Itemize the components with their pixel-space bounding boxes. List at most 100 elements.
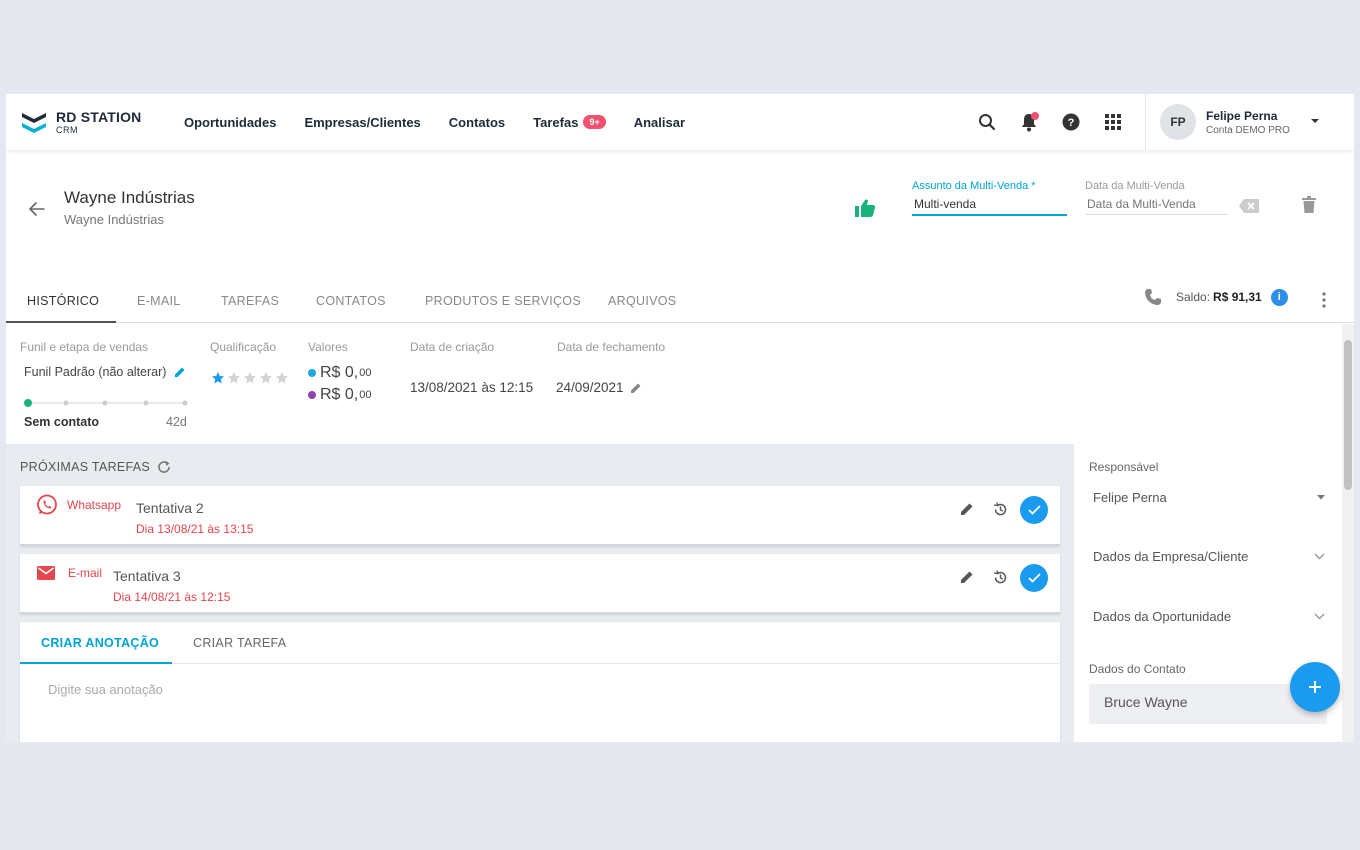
- active-note-tab-indicator: [20, 662, 172, 664]
- star-icon[interactable]: [243, 371, 257, 385]
- user-name: Felipe Perna: [1206, 108, 1278, 123]
- fechamento-value[interactable]: 24/09/2021: [556, 380, 642, 395]
- qualificacao-label: Qualificação: [210, 340, 277, 354]
- saldo-value: R$ 91,31: [1213, 290, 1262, 304]
- user-divider: [1145, 94, 1146, 150]
- responsavel-select[interactable]: Felipe Perna: [1093, 490, 1325, 505]
- date-label: Data da Multi-Venda: [1085, 180, 1185, 192]
- info-icon[interactable]: i: [1270, 288, 1288, 306]
- user-menu[interactable]: FP Felipe Perna Conta DEMO PRO: [1160, 104, 1290, 140]
- dados-empresa-accordion[interactable]: Dados da Empresa/Cliente: [1093, 549, 1325, 564]
- star-icon[interactable]: [227, 371, 241, 385]
- fechamento-label: Data de fechamento: [557, 340, 666, 354]
- edit-pencil-icon[interactable]: [960, 570, 974, 584]
- nav-analisar[interactable]: Analisar: [634, 115, 685, 130]
- task-card[interactable]: E-mail Tentativa 3 Dia 14/08/21 às 12:15: [20, 554, 1060, 614]
- note-input[interactable]: [48, 682, 1028, 697]
- tab-tarefas[interactable]: TAREFAS: [221, 294, 279, 308]
- refresh-icon[interactable]: [157, 460, 171, 474]
- task-type: Whatsapp: [67, 498, 122, 512]
- tab-arquivos[interactable]: ARQUIVOS: [608, 294, 676, 308]
- task-type: E-mail: [68, 566, 103, 580]
- tab-historico[interactable]: HISTÓRICO: [27, 294, 99, 308]
- header-actions: ?: [974, 94, 1142, 150]
- current-stage: Sem contato: [24, 415, 100, 429]
- task-date: Dia 13/08/21 às 13:15: [136, 522, 254, 536]
- star-icon[interactable]: [259, 371, 273, 385]
- chevron-down-icon: [1314, 553, 1325, 560]
- nav-empresas-clientes[interactable]: Empresas/Clientes: [304, 115, 420, 130]
- nav-tarefas[interactable]: Tarefas 9+: [533, 115, 606, 130]
- apps-button[interactable]: [1100, 109, 1126, 135]
- rd-logo-icon: [22, 113, 46, 133]
- thumbs-up-icon[interactable]: [854, 198, 876, 218]
- avatar: FP: [1160, 104, 1196, 140]
- email-icon: [37, 566, 55, 580]
- subject-input[interactable]: [912, 192, 1067, 216]
- criacao-label: Data de criação: [410, 340, 495, 354]
- logo-title: RD STATION: [56, 109, 142, 125]
- tab-produtos-servicos[interactable]: PRODUTOS E SERVIÇOS: [425, 294, 581, 308]
- deal-tabs: HISTÓRICO E-MAIL TAREFAS CONTATOS PRODUT…: [6, 280, 1354, 323]
- top-navigation: RD STATION CRM Oportunidades Empresas/Cl…: [6, 94, 1354, 150]
- star-icon[interactable]: [275, 371, 289, 385]
- rd-station-logo[interactable]: RD STATION CRM: [20, 106, 150, 138]
- scrollbar[interactable]: [1342, 324, 1354, 742]
- pencil-icon[interactable]: [174, 366, 186, 378]
- tasks-count-badge: 9+: [583, 115, 606, 129]
- notifications-button[interactable]: [1016, 109, 1042, 135]
- saldo: Saldo: R$ 91,31 i: [1144, 288, 1288, 306]
- dados-oportunidade-label: Dados da Oportunidade: [1093, 609, 1232, 624]
- history-icon[interactable]: [993, 502, 1008, 517]
- nav-contatos[interactable]: Contatos: [449, 115, 505, 130]
- history-icon[interactable]: [993, 570, 1008, 585]
- trash-icon[interactable]: [1302, 196, 1316, 214]
- edit-pencil-icon[interactable]: [960, 502, 974, 516]
- caret-down-icon: [1317, 495, 1325, 500]
- search-button[interactable]: [974, 109, 1000, 135]
- phone-icon[interactable]: [1144, 288, 1162, 306]
- dados-contato-label: Dados do Contato: [1089, 662, 1186, 676]
- add-fab-button[interactable]: [1290, 662, 1340, 712]
- task-card[interactable]: Whatsapp Tentativa 2 Dia 13/08/21 às 13:…: [20, 486, 1060, 546]
- responsavel-value: Felipe Perna: [1093, 490, 1167, 505]
- crm-app: RD STATION CRM Oportunidades Empresas/Cl…: [6, 94, 1354, 742]
- multi-venda-subject-field: Assunto da Multi-Venda *: [912, 180, 1067, 216]
- main-menu: Oportunidades Empresas/Clientes Contatos…: [184, 94, 713, 150]
- complete-task-button[interactable]: [1020, 564, 1048, 592]
- check-icon: [1027, 505, 1041, 515]
- page-title: Wayne Indústrias: [64, 188, 195, 207]
- note-tabs: CRIAR ANOTAÇÃO CRIAR TAREFA: [20, 622, 1060, 664]
- caret-down-icon[interactable]: [1310, 118, 1320, 124]
- stage-dot: [63, 400, 69, 406]
- valor-1: R$ 0,: [320, 364, 359, 381]
- purple-dot-icon: [308, 391, 316, 399]
- multi-venda-date-field: Data da Multi-Venda: [1085, 180, 1228, 215]
- tab-email[interactable]: E-MAIL: [137, 294, 180, 308]
- complete-task-button[interactable]: [1020, 496, 1048, 524]
- nav-oportunidades[interactable]: Oportunidades: [184, 115, 276, 130]
- star-icon[interactable]: [211, 371, 225, 385]
- scrollbar-thumb[interactable]: [1344, 340, 1352, 490]
- more-vertical-icon[interactable]: [1322, 292, 1326, 308]
- fechamento-value-text: 24/09/2021: [556, 380, 624, 395]
- task-name: Tentativa 2: [136, 500, 204, 516]
- tab-criar-anotacao[interactable]: CRIAR ANOTAÇÃO: [41, 636, 159, 650]
- funil-value-text: Funil Padrão (não alterar): [24, 365, 167, 379]
- chevron-down-icon: [1314, 613, 1325, 620]
- help-button[interactable]: ?: [1058, 109, 1084, 135]
- dados-oportunidade-accordion[interactable]: Dados da Oportunidade: [1093, 609, 1325, 624]
- tab-contatos[interactable]: CONTATOS: [316, 294, 386, 308]
- tab-criar-tarefa[interactable]: CRIAR TAREFA: [193, 636, 286, 650]
- notification-dot: [1031, 112, 1039, 120]
- qualification-rating[interactable]: [211, 371, 289, 385]
- proximas-tarefas-header: PRÓXIMAS TAREFAS: [20, 460, 171, 474]
- backspace-clear-icon[interactable]: [1238, 198, 1260, 214]
- date-input[interactable]: [1085, 192, 1228, 215]
- funil-value[interactable]: Funil Padrão (não alterar): [24, 365, 186, 379]
- arrow-back-icon[interactable]: [28, 200, 46, 218]
- stage-dot: [182, 400, 188, 406]
- stage-dot-active: [24, 399, 32, 407]
- valores-label: Valores: [308, 340, 348, 354]
- pencil-icon[interactable]: [630, 382, 642, 394]
